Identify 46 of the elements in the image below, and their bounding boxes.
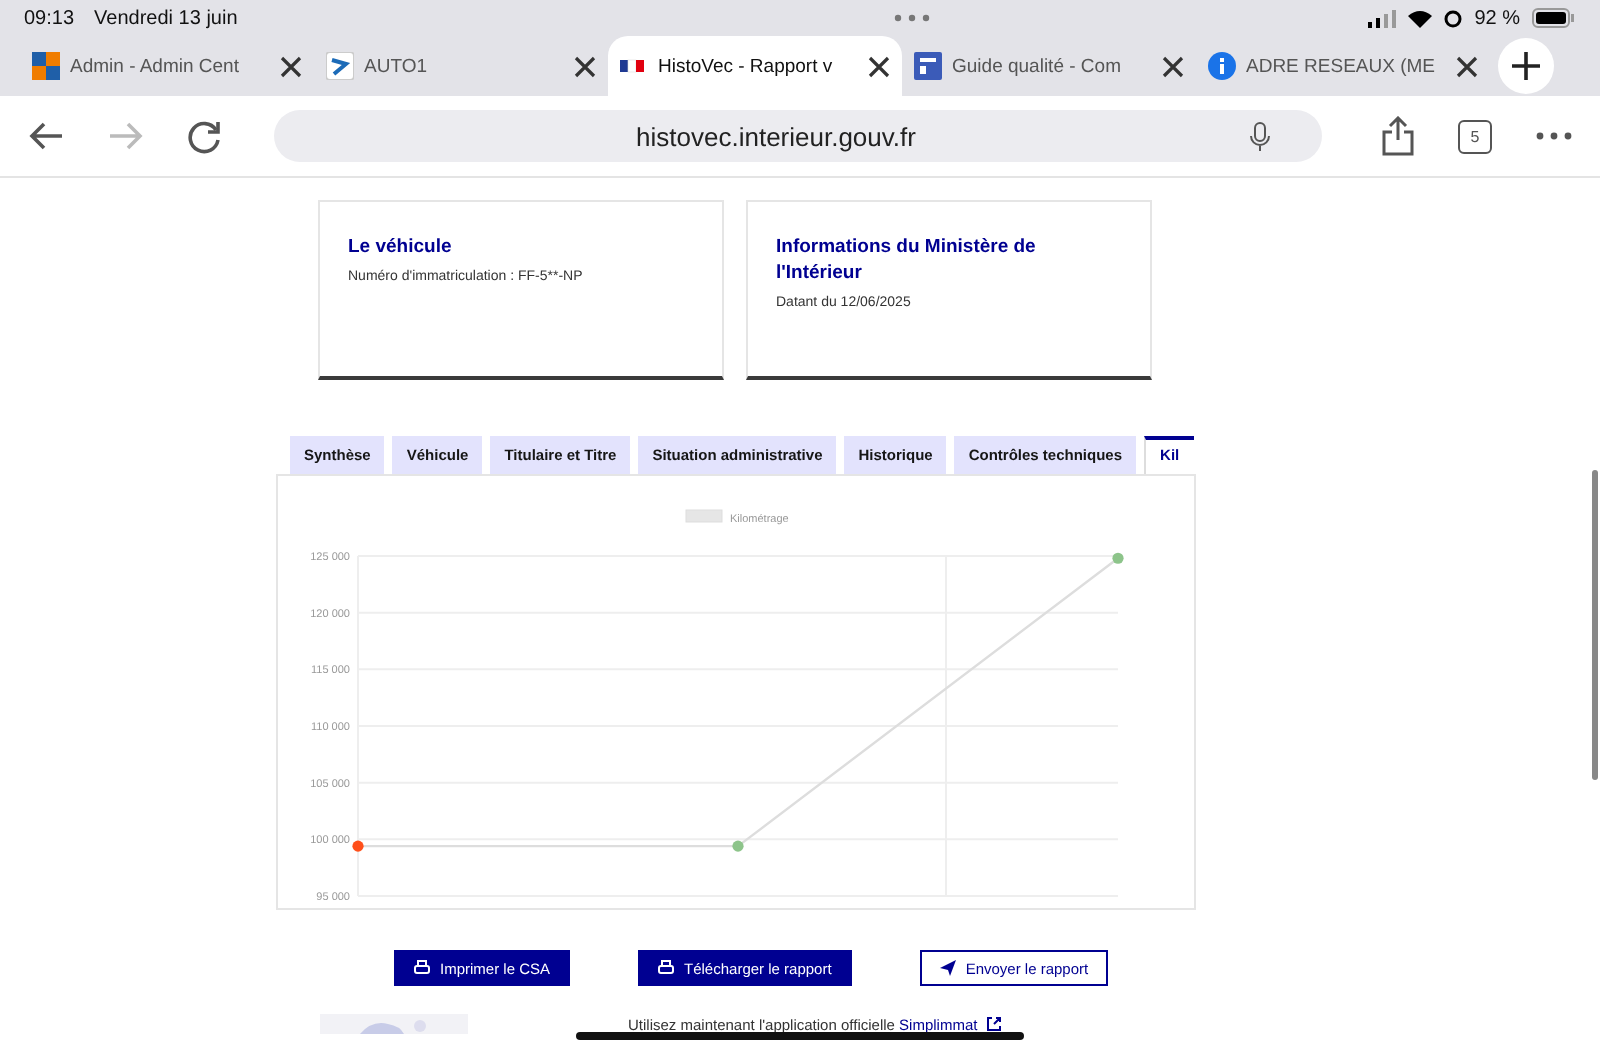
browser-tab[interactable]: Admin - Admin Cent: [20, 36, 314, 96]
close-icon[interactable]: [574, 55, 596, 77]
share-icon[interactable]: [1382, 116, 1414, 156]
close-icon[interactable]: [1162, 55, 1184, 77]
data-point: [1112, 552, 1124, 564]
printer-icon: [658, 960, 675, 976]
browser-tab[interactable]: ADRE RESEAUX (ME: [1196, 36, 1490, 96]
favicon-icon: [1208, 52, 1236, 80]
more-icon[interactable]: [1536, 132, 1572, 140]
new-tab-button[interactable]: [1498, 38, 1554, 94]
data-point: [732, 840, 744, 852]
printer-icon: [414, 960, 430, 976]
status-date: Vendredi 13 juin: [94, 7, 238, 29]
card-title: Informations du Ministère de l'Intérieur: [776, 234, 1038, 286]
legend-swatch: [685, 509, 723, 523]
tab-title: Admin - Admin Cent: [70, 55, 241, 77]
back-icon[interactable]: [28, 122, 64, 150]
reload-icon[interactable]: [188, 119, 222, 153]
tab-title: ADRE RESEAUX (ME: [1246, 55, 1437, 77]
battery-level: 92 %: [1474, 7, 1520, 29]
data-point: [352, 840, 364, 852]
more-icon[interactable]: [893, 14, 930, 22]
browser-tab[interactable]: AUTO1: [314, 36, 608, 96]
wifi-icon: [1408, 9, 1433, 27]
browser-tab[interactable]: HistoVec - Rapport v: [608, 36, 902, 96]
favicon-icon: [32, 52, 60, 80]
tab-title: Guide qualité - Com: [952, 55, 1123, 77]
close-icon[interactable]: [868, 55, 890, 77]
external-link-icon[interactable]: [985, 1016, 1002, 1032]
browser-tab[interactable]: Guide qualité - Com: [902, 36, 1196, 96]
favicon-icon: [326, 52, 354, 80]
close-icon[interactable]: [1456, 55, 1478, 77]
signal-icon: [1368, 9, 1397, 27]
battery-icon: [1532, 8, 1576, 28]
address-bar[interactable]: histovec.interieur.gouv.fr: [274, 110, 1322, 162]
tab-count-button[interactable]: 5: [1458, 119, 1492, 153]
microphone-icon[interactable]: [1250, 121, 1271, 151]
send-icon: [939, 960, 956, 976]
plus-icon: [1512, 52, 1540, 80]
favicon-icon: [914, 52, 942, 80]
tab-title: AUTO1: [364, 55, 430, 77]
tab-title: HistoVec - Rapport v: [658, 55, 835, 77]
url-text: histovec.interieur.gouv.fr: [636, 121, 916, 151]
close-icon[interactable]: [280, 55, 302, 77]
status-time: 09:13: [24, 7, 75, 29]
card-title: Le véhicule: [348, 234, 454, 260]
